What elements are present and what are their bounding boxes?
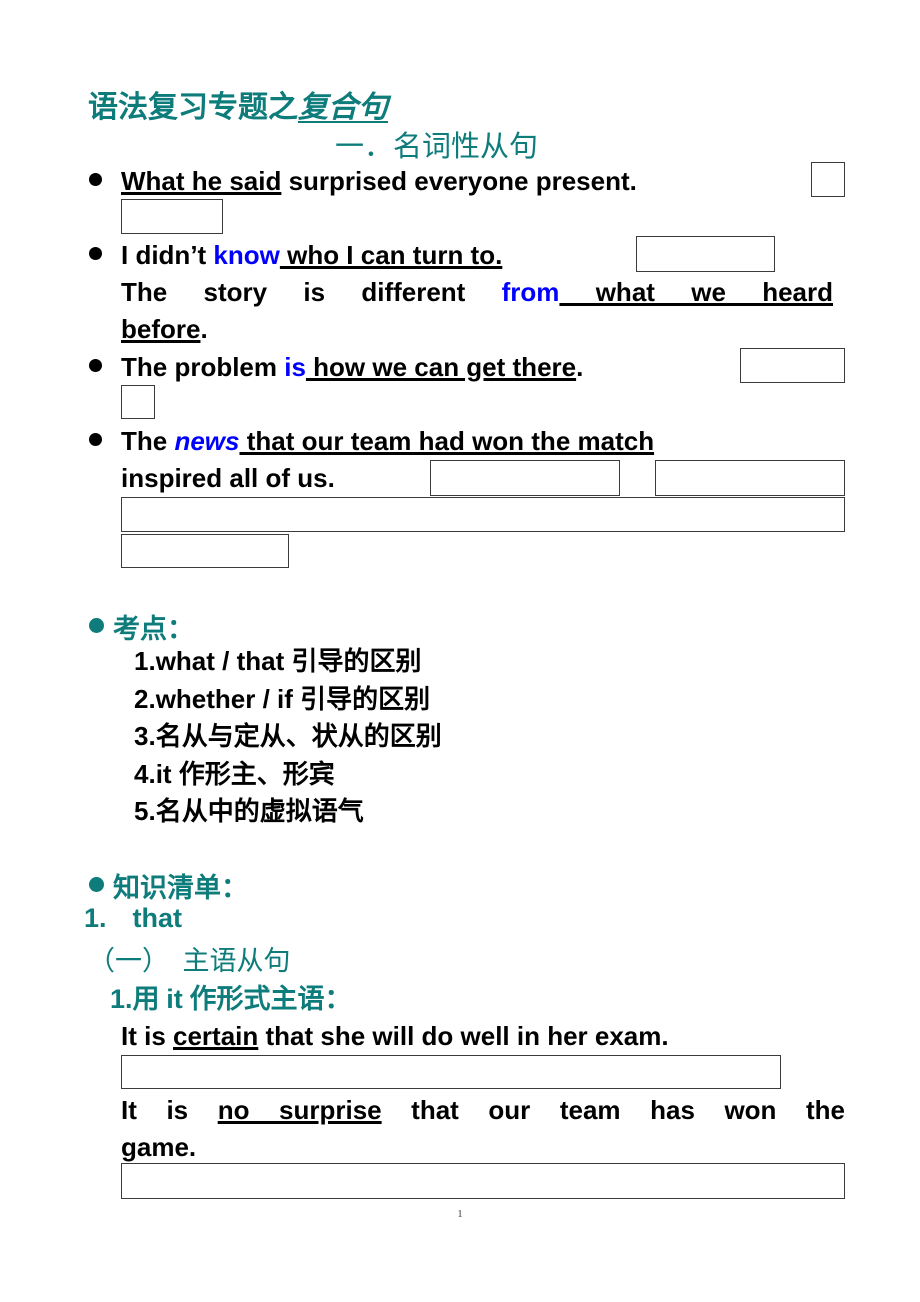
example-sentence-4-line-2: inspired all of us. (121, 460, 441, 497)
title-main-text: 语法复习专题之 (88, 91, 298, 124)
key-point-2-number: 2. (134, 683, 156, 714)
key-point-4-number: 4. (134, 758, 156, 789)
knowledge-item-number: 1. (110, 984, 133, 1014)
example-2-underlined-clause-2: what we heard (559, 277, 833, 307)
example-2-underlined-clause-3: before (121, 314, 201, 344)
answer-box-4d[interactable] (121, 534, 289, 568)
example-4-text-b: inspired all of us. (121, 463, 335, 493)
example-1-underlined-clause: What he said (121, 166, 282, 196)
key-point-3-number: 3. (134, 721, 156, 751)
key-point-1-han: 引导的区别 (291, 647, 422, 676)
example-sentence-2-line-1: I didn’t know who I can turn to. (121, 237, 641, 274)
example-2-keyword-from: from (501, 277, 560, 307)
answer-box-4a[interactable] (430, 460, 620, 496)
example-4-keyword-news: news (174, 426, 240, 456)
bottom-example-2-text-a: It is (121, 1095, 218, 1125)
knowledge-item-1: 1.用 it 作形式主语： (110, 977, 352, 1016)
key-point-5-number: 5. (134, 796, 156, 826)
example-1-rest: surprised everyone present. (281, 166, 637, 196)
answer-box-6[interactable] (121, 1163, 845, 1199)
example-3-period: . (576, 352, 584, 382)
key-point-5-han: 名从中的虚拟语气 (155, 797, 364, 826)
title-italic-text: 复合句 (298, 91, 388, 124)
knowledge-item-text-b: 作形式主语： (182, 984, 352, 1014)
bottom-example-1: It is certain that she will do well in h… (121, 1018, 845, 1055)
bottom-example-2-underlined: no surprise (217, 1095, 382, 1125)
bottom-example-2-line-2: game. (121, 1129, 421, 1166)
page-number: 1 (457, 1208, 463, 1220)
knowledge-section-number: 1. (84, 903, 107, 933)
example-sentence-3: The problem is how we can get there. (121, 349, 741, 386)
key-point-item-3: 3.名从与定从、状从的区别 (134, 718, 442, 756)
bottom-example-2-line-1: It is no surprise that our team has won … (121, 1092, 845, 1129)
answer-box-2a[interactable] (636, 236, 775, 272)
bullet-icon-example-4 (89, 433, 102, 446)
key-point-3-han: 名从与定从、状从的区别 (155, 722, 442, 751)
example-2-underlined-clause-1: who I can turn to. (279, 240, 503, 270)
key-point-4-latin: it (155, 758, 179, 789)
key-point-2-latin: whether / if (155, 683, 301, 714)
answer-box-5[interactable] (121, 1055, 781, 1089)
example-sentence-4-line-1: The news that our team had won the match (121, 423, 845, 460)
bottom-example-2-text-c: game. (121, 1132, 197, 1162)
document-page: 语法复习专题之复合句 一．名词性从句 What he said surprise… (0, 0, 920, 1302)
answer-box-3b[interactable] (121, 385, 155, 419)
example-2-text-b: The story is different (121, 277, 502, 307)
example-2-text-a: I didn’t (121, 240, 214, 270)
bullet-icon-example-1 (89, 173, 102, 186)
key-point-1-latin: what / that (155, 646, 292, 676)
bullet-icon-key-points (89, 618, 104, 633)
knowledge-item-latin-it: it (166, 984, 183, 1014)
knowledge-item-text-a: 用 (132, 984, 167, 1014)
example-3-keyword-is: is (284, 352, 306, 382)
example-4-underlined-clause: that our team had won the match (239, 426, 655, 456)
knowledge-subsection-1: （一） 主语从句 (88, 946, 291, 976)
document-title: 语法复习专题之复合句 (88, 82, 388, 126)
example-sentence-2-line-3: before. (121, 311, 521, 348)
key-point-2-han: 引导的区别 (300, 684, 431, 714)
bottom-example-1-underlined: certain (173, 1021, 259, 1051)
bullet-icon-example-2 (89, 247, 102, 260)
key-points-list: 1.what / that 引导的区别 2.whether / if 引导的区别… (134, 643, 442, 831)
key-point-item-5: 5.名从中的虚拟语气 (134, 793, 442, 831)
key-point-4-han: 作形主、形宾 (178, 759, 335, 789)
key-points-heading: 考点： (113, 614, 194, 644)
knowledge-list-heading: 知识清单： (113, 873, 248, 903)
answer-box-1a[interactable] (811, 162, 845, 197)
answer-box-4c[interactable] (121, 497, 845, 532)
example-sentence-2-line-2: The story is different from what we hear… (121, 274, 833, 311)
key-point-1-number: 1. (134, 646, 156, 676)
key-point-item-2: 2.whether / if 引导的区别 (134, 681, 442, 719)
answer-box-4b[interactable] (655, 460, 845, 496)
example-3-underlined-clause: how we can get there (305, 352, 577, 382)
answer-box-3a[interactable] (740, 348, 845, 383)
bullet-icon-knowledge-list (89, 877, 104, 892)
document-subtitle: 一．名词性从句 (335, 131, 539, 163)
key-point-item-4: 4.it 作形主、形宾 (134, 756, 442, 794)
example-4-text-a: The (121, 426, 175, 456)
bullet-icon-example-3 (89, 359, 102, 372)
bottom-example-1-text-a: It is (121, 1021, 174, 1051)
knowledge-section-title: that (132, 903, 183, 933)
bottom-example-2-text-b: that our team has won the (381, 1095, 846, 1125)
example-2-period: . (200, 314, 208, 344)
example-2-keyword-know: know (213, 240, 280, 270)
knowledge-section-1: 1. that (84, 903, 182, 934)
example-sentence-1: What he said surprised everyone present. (121, 163, 821, 200)
answer-box-1b[interactable] (121, 199, 223, 234)
example-3-text-a: The problem (121, 352, 285, 382)
bottom-example-1-text-b: that she will do well in her exam. (258, 1021, 669, 1051)
key-point-item-1: 1.what / that 引导的区别 (134, 643, 442, 681)
